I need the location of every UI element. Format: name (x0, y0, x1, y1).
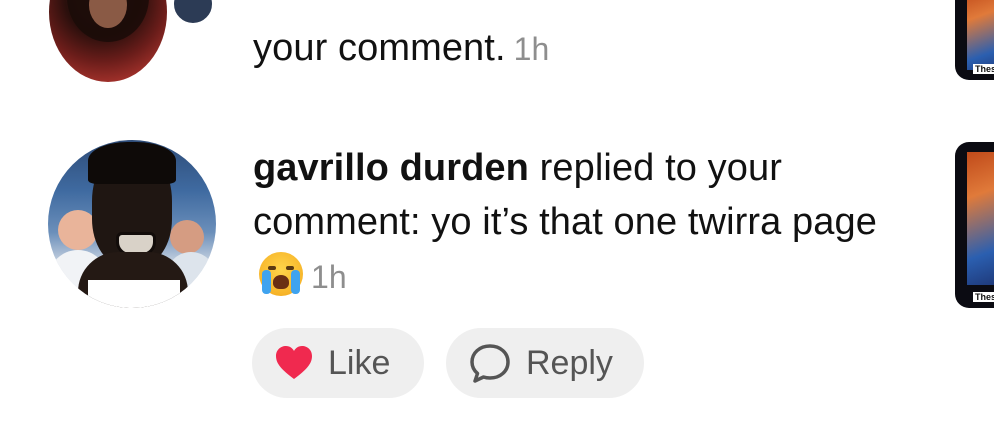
reply-label: Reply (526, 343, 613, 382)
username-link[interactable]: gavrillo durden (253, 147, 529, 189)
like-button[interactable]: Like (252, 328, 424, 398)
post-thumbnail[interactable]: Thes (955, 142, 994, 308)
notification-text: your comment. 1h (253, 21, 549, 76)
heart-icon (274, 345, 314, 381)
like-label: Like (328, 343, 391, 382)
loudly-crying-face-icon (259, 252, 303, 296)
secondary-avatar[interactable] (171, 0, 215, 26)
thumbnail-caption: Thes (973, 292, 994, 302)
notification-text[interactable]: gavrillo durden replied to your comment:… (253, 141, 913, 304)
avatar[interactable] (48, 140, 216, 308)
thumbnail-caption: Thes (973, 64, 994, 74)
background-person (170, 220, 204, 254)
post-thumbnail[interactable]: Thes (955, 0, 994, 80)
thumbnail-image (967, 0, 994, 70)
person-hair (88, 142, 176, 184)
timestamp: 1h (311, 259, 347, 295)
reply-button[interactable]: Reply (446, 328, 644, 398)
thumbnail-image (967, 152, 994, 285)
avatar[interactable] (49, 0, 167, 82)
person-shirt (88, 280, 180, 308)
speech-bubble-icon (468, 342, 512, 384)
notification-message: your comment. (253, 27, 506, 69)
timestamp: 1h (513, 31, 550, 67)
